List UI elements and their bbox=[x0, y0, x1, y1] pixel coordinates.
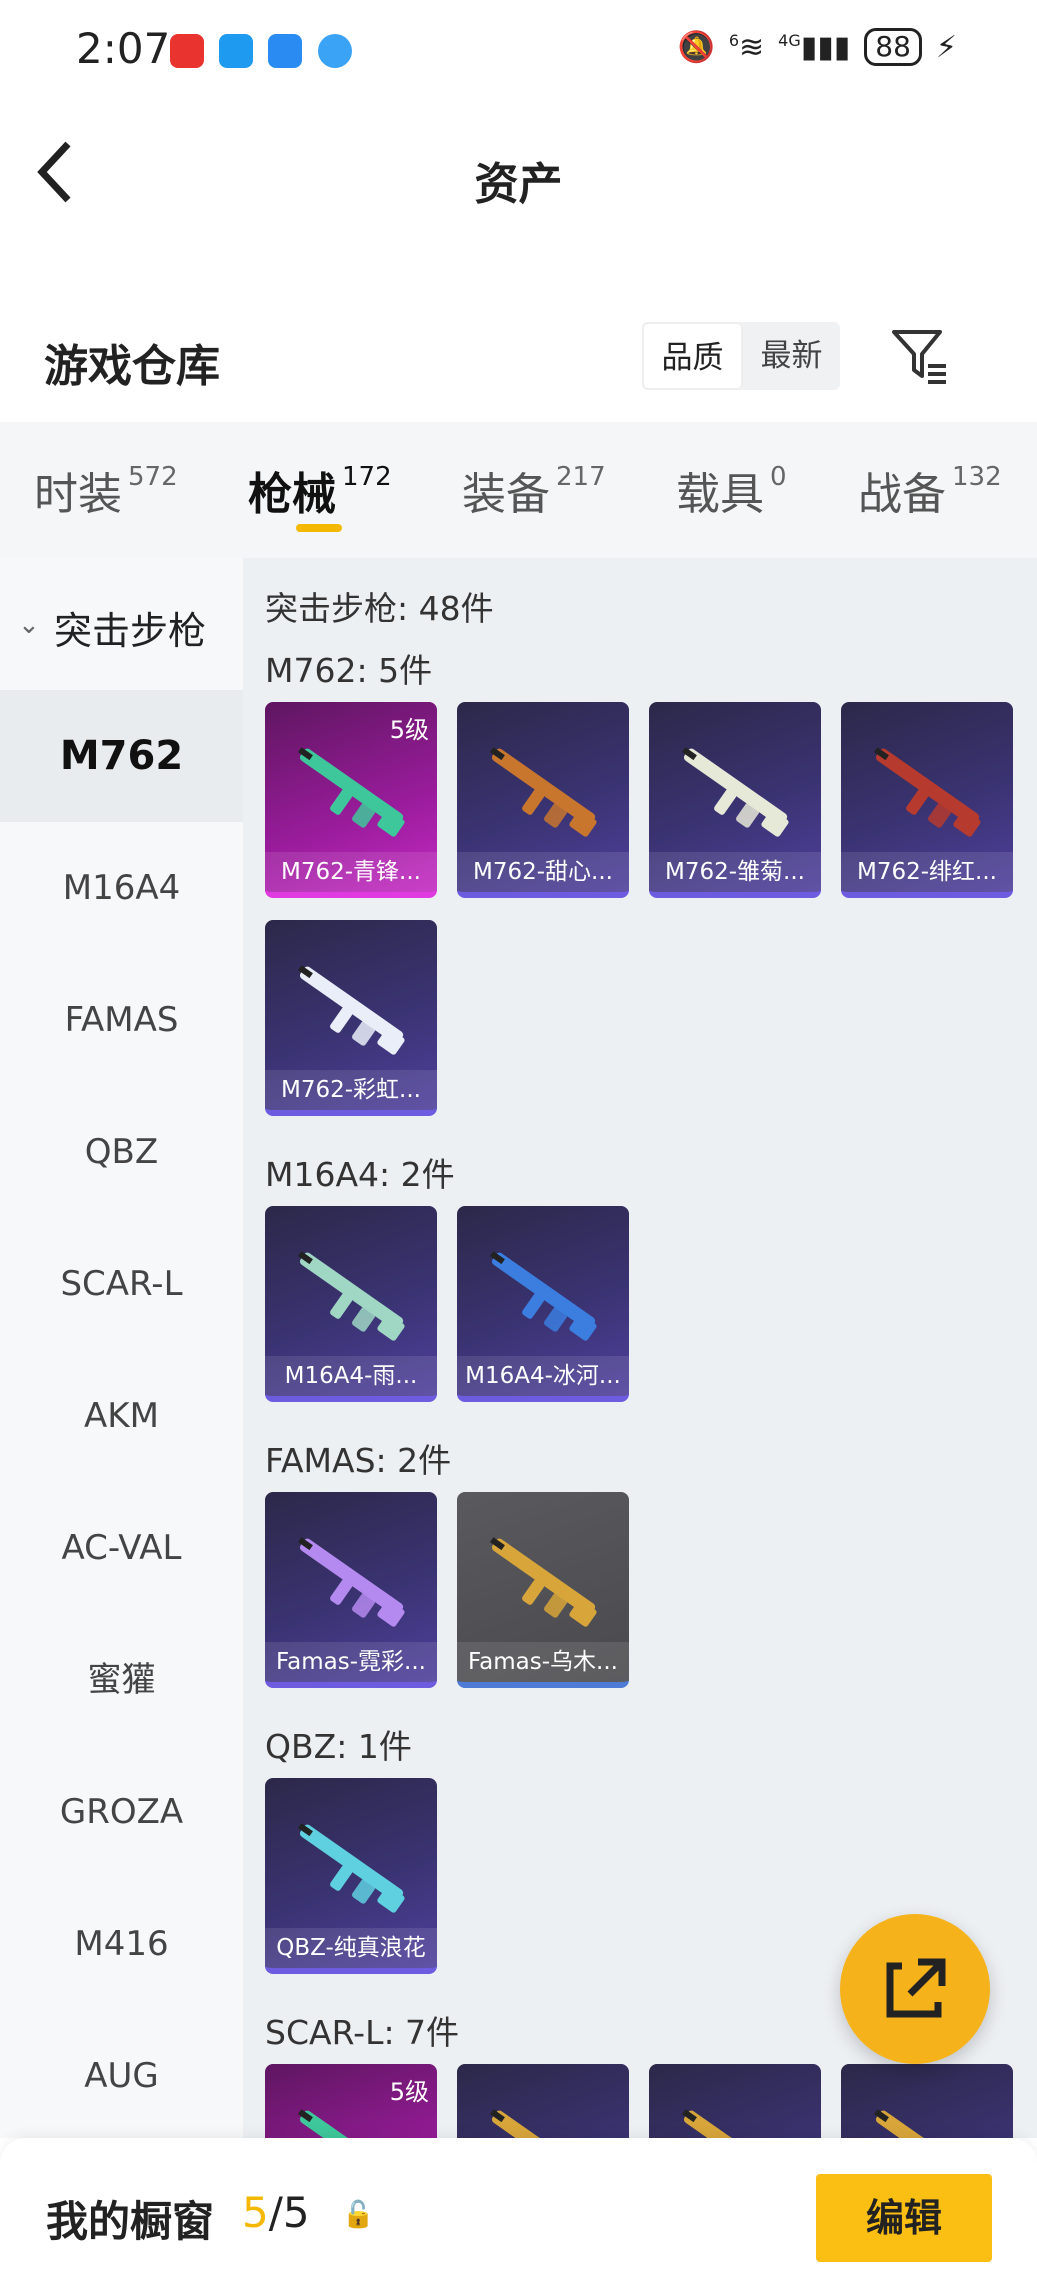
sidebar-item-2[interactable]: FAMAS bbox=[0, 954, 243, 1086]
item-name: M762-绯红... bbox=[841, 852, 1013, 892]
item-card[interactable]: M762-绯红... bbox=[841, 702, 1013, 898]
item-card[interactable]: Famas-霓彩... bbox=[265, 1492, 437, 1688]
item-name: M762-甜心... bbox=[457, 852, 629, 892]
item-card[interactable]: M762-雏菊... bbox=[649, 702, 821, 898]
item-card[interactable]: Famas-乌木... bbox=[457, 1492, 629, 1688]
edit-button[interactable]: 编辑 bbox=[816, 2174, 992, 2262]
sidebar-category[interactable]: ⌄ 突击步枪 bbox=[0, 558, 243, 690]
filter-icon bbox=[892, 330, 946, 384]
rifle-icon bbox=[874, 2109, 980, 2138]
rifle-icon bbox=[490, 1537, 597, 1627]
section-title: FAMAS: 2件 bbox=[265, 1441, 452, 1480]
item-name: M762-青锋... bbox=[265, 852, 437, 892]
search-app-icon bbox=[219, 34, 253, 68]
sidebar-item-4[interactable]: SCAR-L bbox=[0, 1218, 243, 1350]
section-title: M16A4: 2件 bbox=[265, 1155, 455, 1194]
item-card[interactable]: M16A4-雨... bbox=[265, 1206, 437, 1402]
rifle-icon bbox=[298, 1251, 405, 1341]
section-title: M762: 5件 bbox=[265, 651, 433, 690]
sidebar-item-5[interactable]: AKM bbox=[0, 1350, 243, 1482]
charging-icon: ⚡ bbox=[935, 29, 957, 65]
category-tabs: 时装 572 枪械 172 装备 217 载具 0 战备 132 bbox=[0, 422, 1037, 558]
tab-guns[interactable]: 枪械 172 bbox=[248, 458, 392, 522]
tab-supplies[interactable]: 战备 132 bbox=[858, 458, 1002, 522]
tab-vehicles[interactable]: 载具 0 bbox=[676, 458, 787, 522]
rifle-icon bbox=[874, 747, 981, 837]
external-link-icon bbox=[886, 1958, 946, 2018]
share-button[interactable] bbox=[840, 1914, 990, 2064]
sidebar-item-1[interactable]: M16A4 bbox=[0, 822, 243, 954]
sidebar: ⌄ 突击步枪 M762 M16A4 FAMAS QBZ SCAR-L AKM AC-VAL 蜜… bbox=[0, 558, 243, 2138]
sort-quality-button[interactable]: 品质 bbox=[642, 322, 743, 390]
rifle-icon bbox=[298, 747, 405, 837]
showcase-count: 5/5 bbox=[242, 2188, 310, 2237]
showcase-bar: 我的橱窗 5/5 🔓 编辑 bbox=[0, 2138, 1037, 2295]
item-card[interactable]: QBZ-纯真浪花 bbox=[265, 1778, 437, 1974]
item-name: M16A4-雨... bbox=[265, 1356, 437, 1396]
items-panel: 突击步枪: 48件 M762: 5件 5级 M762-青锋... M762-甜心...… bbox=[243, 558, 1037, 2138]
rifle-icon bbox=[490, 747, 597, 837]
item-name: M16A4-冰河... bbox=[457, 1356, 629, 1396]
item-card[interactable]: M16A4-冰河... bbox=[457, 1206, 629, 1402]
rifle-icon bbox=[490, 1251, 597, 1341]
sidebar-item-9[interactable]: M416 bbox=[0, 1878, 243, 2010]
section-title: SCAR-L: 7件 bbox=[265, 2013, 460, 2052]
sidebar-item-0[interactable]: M762 bbox=[0, 690, 243, 822]
filter-button[interactable] bbox=[890, 326, 950, 386]
item-card[interactable]: M762-彩虹... bbox=[265, 920, 437, 1116]
item-card[interactable]: M762-甜心... bbox=[457, 702, 629, 898]
item-name: QBZ-纯真浪花 bbox=[265, 1928, 437, 1968]
mute-icon: 🔕 bbox=[677, 29, 715, 65]
item-name: Famas-霓彩... bbox=[265, 1642, 437, 1682]
rifle-icon bbox=[682, 2109, 788, 2138]
page-title: 资产 bbox=[474, 159, 563, 210]
status-bar: 2:07 🔕 6≋ 4G▮▮▮ 88 ⚡ bbox=[0, 0, 1037, 100]
item-card[interactable] bbox=[841, 2064, 1013, 2138]
browser-app-icon bbox=[318, 34, 352, 68]
rifle-icon bbox=[298, 965, 405, 1055]
app-notification-icon bbox=[170, 34, 204, 68]
sidebar-item-7[interactable]: 蜜獾 bbox=[0, 1614, 243, 1746]
warehouse-title: 游戏仓库 bbox=[44, 341, 220, 392]
tab-equipment[interactable]: 装备 217 bbox=[462, 458, 606, 522]
level-badge: 5级 bbox=[389, 2078, 429, 2106]
item-card[interactable] bbox=[649, 2064, 821, 2138]
sidebar-item-8[interactable]: GROZA bbox=[0, 1746, 243, 1878]
sidebar-item-3[interactable]: QBZ bbox=[0, 1086, 243, 1218]
chevron-down-icon: ⌄ bbox=[18, 610, 40, 640]
rifle-icon bbox=[490, 2109, 596, 2138]
sidebar-item-6[interactable]: AC-VAL bbox=[0, 1482, 243, 1614]
status-time: 2:07 bbox=[76, 24, 171, 73]
summary-count: 突击步枪: 48件 bbox=[265, 589, 494, 628]
wifi-icon: 6≋ bbox=[728, 29, 765, 65]
item-card[interactable] bbox=[457, 2064, 629, 2138]
level-badge: 5级 bbox=[389, 716, 429, 744]
item-name: Famas-乌木... bbox=[457, 1642, 629, 1682]
sort-latest-button[interactable]: 最新 bbox=[743, 322, 840, 390]
weather-app-icon bbox=[268, 34, 302, 68]
sidebar-item-10[interactable]: AUG bbox=[0, 2010, 243, 2142]
lock-icon: 🔓 bbox=[342, 2200, 375, 2230]
item-name: M762-雏菊... bbox=[649, 852, 821, 892]
battery-icon: 88 bbox=[864, 28, 922, 66]
item-card[interactable]: 5级 M762-青锋... bbox=[265, 702, 437, 898]
active-tab-indicator bbox=[296, 524, 342, 532]
tab-fashion[interactable]: 时装 572 bbox=[34, 458, 178, 522]
item-card[interactable]: 5级 bbox=[265, 2064, 437, 2138]
sort-toggle: 品质 最新 bbox=[642, 322, 840, 390]
showcase-label: 我的橱窗 bbox=[46, 2197, 215, 2246]
cell-signal-icon: 4G▮▮▮ bbox=[778, 29, 851, 65]
rifle-icon bbox=[298, 1537, 405, 1627]
rifle-icon bbox=[298, 1823, 405, 1913]
item-name: M762-彩虹... bbox=[265, 1070, 437, 1110]
section-title: QBZ: 1件 bbox=[265, 1727, 412, 1766]
rifle-icon bbox=[682, 747, 789, 837]
